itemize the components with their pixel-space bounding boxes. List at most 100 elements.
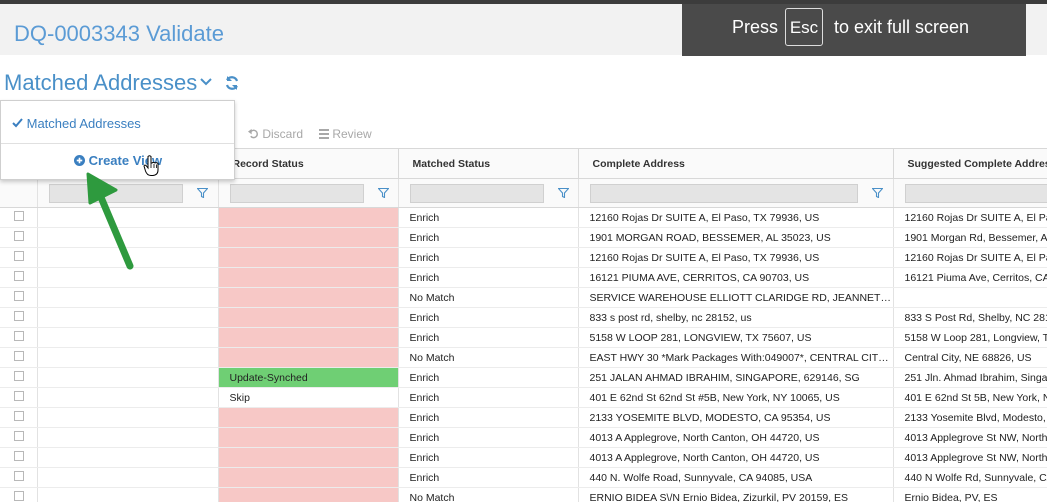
view-selector-title[interactable]: Matched Addresses xyxy=(4,70,197,96)
filter-input[interactable] xyxy=(230,184,364,203)
page-title: DQ-0003343 Validate xyxy=(14,21,224,47)
blank-cell xyxy=(37,308,218,328)
table-row[interactable]: SkipEnrich401 E 62nd St 62nd St #5B, New… xyxy=(0,388,1047,408)
blank-cell xyxy=(37,288,218,308)
complete-address-cell: 16121 PIUMA AVE, CERRITOS, CA 90703, US xyxy=(578,268,893,288)
row-checkbox[interactable] xyxy=(14,451,24,461)
row-select-cell xyxy=(0,448,37,468)
menu-item-label: Matched Addresses xyxy=(27,116,141,131)
column-header-record-status[interactable]: Record Status xyxy=(218,149,398,179)
filter-input[interactable] xyxy=(590,184,858,203)
row-checkbox[interactable] xyxy=(14,371,24,381)
table-row[interactable]: Enrich4013 A Applegrove, North Canton, O… xyxy=(0,448,1047,468)
review-button[interactable]: Review xyxy=(319,127,372,141)
table-row[interactable]: Enrich2133 YOSEMITE BLVD, MODESTO, CA 95… xyxy=(0,408,1047,428)
filter-icon[interactable] xyxy=(558,188,569,198)
refresh-icon[interactable] xyxy=(224,75,240,91)
fullscreen-exit-text: to exit full screen xyxy=(834,17,969,38)
table-row[interactable]: Enrich5158 W LOOP 281, LONGVIEW, TX 7560… xyxy=(0,328,1047,348)
blank-cell xyxy=(37,328,218,348)
row-select-cell xyxy=(0,368,37,388)
fullscreen-press-text: Press xyxy=(732,17,778,38)
matched-status-cell: No Match xyxy=(398,488,578,502)
table-row[interactable]: Enrich440 N. Wolfe Road, Sunnyvale, CA 9… xyxy=(0,468,1047,488)
plus-circle-icon xyxy=(74,155,85,166)
complete-address-cell: 440 N. Wolfe Road, Sunnyvale, CA 94085, … xyxy=(578,468,893,488)
filter-input[interactable] xyxy=(410,184,544,203)
row-checkbox[interactable] xyxy=(14,351,24,361)
table-row[interactable]: No MatchSERVICE WAREHOUSE ELLIOTT CLARID… xyxy=(0,288,1047,308)
column-header-suggested-address[interactable]: Suggested Complete Address xyxy=(893,149,1047,179)
record-status-cell xyxy=(218,248,398,268)
suggested-address-cell: Ernio Bidea, PV, ES xyxy=(893,488,1047,502)
record-status-cell xyxy=(218,328,398,348)
row-checkbox[interactable] xyxy=(14,231,24,241)
row-select-cell xyxy=(0,308,37,328)
filter-icon[interactable] xyxy=(872,188,883,198)
matched-status-cell: Enrich xyxy=(398,388,578,408)
row-checkbox[interactable] xyxy=(14,391,24,401)
record-status-cell: Skip xyxy=(218,388,398,408)
row-checkbox[interactable] xyxy=(14,471,24,481)
suggested-address-cell: 401 E 62nd St 5B, New York, NY 10065, US xyxy=(893,388,1047,408)
row-select-cell xyxy=(0,488,37,502)
suggested-address-cell: 1901 Morgan Rd, Bessemer, AL 35023, US xyxy=(893,228,1047,248)
record-status-cell xyxy=(218,468,398,488)
column-header-complete-address[interactable]: Complete Address xyxy=(578,149,893,179)
table-row[interactable]: Enrich16121 PIUMA AVE, CERRITOS, CA 9070… xyxy=(0,268,1047,288)
row-checkbox[interactable] xyxy=(14,211,24,221)
table-row[interactable]: Enrich1901 MORGAN ROAD, BESSEMER, AL 350… xyxy=(0,228,1047,248)
discard-button[interactable]: Discard xyxy=(248,127,303,141)
complete-address-cell: SERVICE WAREHOUSE ELLIOTT CLARIDGE RD, J… xyxy=(578,288,893,308)
table-row[interactable]: Enrich4013 A Applegrove, North Canton, O… xyxy=(0,428,1047,448)
fullscreen-banner: Press Esc to exit full screen xyxy=(682,4,1026,56)
record-status-cell: Update-Synched xyxy=(218,368,398,388)
filter-cell-complete-address xyxy=(578,179,893,208)
filter-icon[interactable] xyxy=(197,188,208,198)
row-select-cell xyxy=(0,228,37,248)
menu-item-matched-addresses[interactable]: Matched Addresses xyxy=(12,116,141,131)
matched-status-cell: Enrich xyxy=(398,268,578,288)
table-row[interactable]: Update-SynchedEnrich251 JALAN AHMAD IBRA… xyxy=(0,368,1047,388)
suggested-address-cell: 4013 Applegrove St NW, North Canton, OH … xyxy=(893,448,1047,468)
record-status-cell xyxy=(218,208,398,228)
row-checkbox[interactable] xyxy=(14,291,24,301)
complete-address-cell: 12160 Rojas Dr SUITE A, El Paso, TX 7993… xyxy=(578,208,893,228)
complete-address-cell: 12160 Rojas Dr SUITE A, El Paso, TX 7993… xyxy=(578,248,893,268)
row-checkbox[interactable] xyxy=(14,311,24,321)
row-checkbox[interactable] xyxy=(14,251,24,261)
filter-input[interactable] xyxy=(905,184,1047,203)
record-status-cell xyxy=(218,228,398,248)
suggested-address-cell: 833 S Post Rd, Shelby, NC 28152, US xyxy=(893,308,1047,328)
row-checkbox[interactable] xyxy=(14,491,24,501)
table-row[interactable]: No MatchERNIO BIDEA S\/N Ernio Bidea, Zi… xyxy=(0,488,1047,502)
table-row[interactable]: Enrich833 s post rd, shelby, nc 28152, u… xyxy=(0,308,1047,328)
hand-cursor-icon xyxy=(143,155,161,177)
menu-divider xyxy=(1,143,234,144)
matched-status-cell: Enrich xyxy=(398,308,578,328)
view-dropdown-menu: Matched Addresses Create View xyxy=(0,100,235,180)
data-grid: Record Status Matched Status Complete Ad… xyxy=(0,148,1047,502)
table-row[interactable]: No MatchEAST HWY 30 *Mark Packages With:… xyxy=(0,348,1047,368)
chevron-down-icon[interactable] xyxy=(198,74,214,90)
row-checkbox[interactable] xyxy=(14,411,24,421)
row-checkbox[interactable] xyxy=(14,271,24,281)
table-row[interactable]: Enrich12160 Rojas Dr SUITE A, El Paso, T… xyxy=(0,248,1047,268)
column-header-matched-status[interactable]: Matched Status xyxy=(398,149,578,179)
record-status-cell xyxy=(218,268,398,288)
table-row[interactable]: Enrich12160 Rojas Dr SUITE A, El Paso, T… xyxy=(0,208,1047,228)
record-status-cell xyxy=(218,308,398,328)
filter-icon[interactable] xyxy=(378,188,389,198)
row-checkbox[interactable] xyxy=(14,431,24,441)
matched-status-cell: Enrich xyxy=(398,228,578,248)
suggested-address-cell: 12160 Rojas Dr SUITE A, El Paso, TX 7993… xyxy=(893,248,1047,268)
row-select-cell xyxy=(0,388,37,408)
blank-cell xyxy=(37,348,218,368)
matched-status-cell: No Match xyxy=(398,288,578,308)
complete-address-cell: 4013 A Applegrove, North Canton, OH 4472… xyxy=(578,428,893,448)
row-checkbox[interactable] xyxy=(14,331,24,341)
matched-status-cell: Enrich xyxy=(398,428,578,448)
check-icon xyxy=(12,118,23,128)
complete-address-cell: 1901 MORGAN ROAD, BESSEMER, AL 35023, US xyxy=(578,228,893,248)
filter-row xyxy=(0,179,1047,208)
